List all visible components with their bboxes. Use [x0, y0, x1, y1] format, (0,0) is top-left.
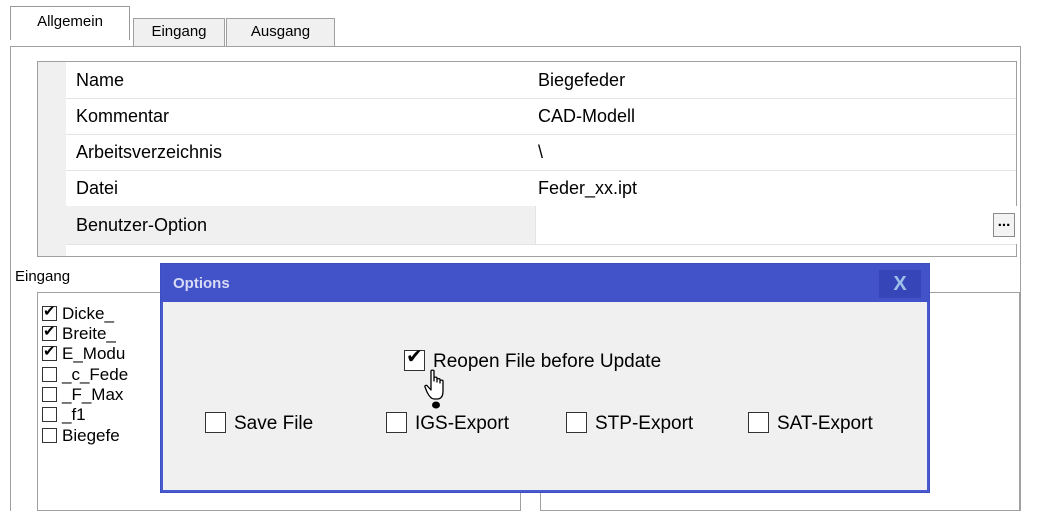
property-grid: Name Biegefeder Kommentar CAD-Modell Arb… [37, 61, 1017, 257]
options-dialog: Options X Reopen File before Update Save… [160, 263, 930, 493]
dialog-body: Reopen File before Update Save File IGS-… [166, 302, 923, 487]
property-name: Datei [76, 178, 119, 198]
list-item-label: Breite_ [62, 324, 116, 343]
property-name: Arbeitsverzeichnis [76, 142, 223, 162]
property-name: Benutzer-Option [76, 215, 208, 235]
checkbox-unchecked[interactable] [42, 367, 57, 382]
checkbox-label: SAT-Export [777, 413, 873, 434]
property-name: Kommentar [76, 106, 170, 126]
close-icon: X [893, 273, 907, 295]
checkbox-label: Reopen File before Update [433, 351, 662, 372]
list-item-label: Biegefe [62, 426, 120, 445]
checkbox-unchecked[interactable] [42, 407, 57, 422]
list-item-label: _c_Fede [62, 365, 129, 384]
property-value[interactable]: Biegefeder [538, 62, 625, 98]
checkbox-unchecked[interactable] [386, 412, 407, 433]
list-item[interactable]: Breite_ [42, 323, 116, 344]
property-value-box[interactable]: ... [535, 206, 1017, 244]
dialog-title: Options [173, 275, 230, 292]
checkbox-unchecked[interactable] [748, 412, 769, 433]
checkbox-unchecked[interactable] [566, 412, 587, 433]
property-row-kommentar[interactable]: Kommentar CAD-Modell [66, 98, 1016, 135]
tab-ausgang[interactable]: Ausgang [226, 18, 335, 46]
igs-export-checkbox[interactable]: IGS-Export [386, 412, 509, 436]
list-item[interactable]: E_Modu [42, 343, 125, 364]
property-row-arbeitsverzeichnis[interactable]: Arbeitsverzeichnis \ [66, 134, 1016, 171]
grid-row-header-gutter [38, 62, 66, 256]
property-row-benutzer-option[interactable]: Benutzer-Option ... [66, 206, 1017, 245]
property-value[interactable]: Feder_xx.ipt [538, 170, 637, 206]
list-item-label: E_Modu [62, 344, 126, 363]
list-item[interactable]: _F_Max [42, 384, 123, 405]
property-row-datei[interactable]: Datei Feder_xx.ipt [66, 170, 1016, 207]
checkbox-label: IGS-Export [415, 413, 509, 434]
checkbox-checked[interactable] [404, 348, 425, 371]
list-item[interactable]: _f1 [42, 404, 86, 425]
list-item-label: Dicke_ [62, 304, 114, 323]
stp-export-checkbox[interactable]: STP-Export [566, 412, 693, 436]
property-value[interactable]: \ [538, 134, 543, 170]
checkbox-unchecked[interactable] [205, 412, 226, 433]
tab-page-left-border [10, 46, 11, 511]
checkbox-checked[interactable] [42, 323, 57, 341]
tab-page-right-border [1020, 46, 1021, 511]
property-value[interactable]: CAD-Modell [538, 98, 635, 134]
checkbox-checked[interactable] [42, 303, 57, 321]
list-item[interactable]: _c_Fede [42, 364, 128, 385]
property-row-name[interactable]: Name Biegefeder [66, 62, 1016, 99]
checkbox-label: STP-Export [595, 413, 694, 434]
property-name: Name [76, 70, 125, 90]
eingang-group-label: Eingang [15, 268, 71, 285]
list-item-label: _F_Max [62, 385, 124, 404]
list-item-label: _f1 [62, 405, 86, 424]
tab-strip-line [10, 46, 1020, 47]
tab-eingang[interactable]: Eingang [133, 18, 225, 46]
close-button[interactable]: X [879, 270, 921, 298]
checkbox-label: Save File [234, 413, 314, 434]
sat-export-checkbox[interactable]: SAT-Export [748, 412, 873, 436]
browse-ellipsis-button[interactable]: ... [993, 213, 1015, 237]
checkbox-checked[interactable] [42, 343, 57, 361]
checkbox-unchecked[interactable] [42, 387, 57, 402]
dialog-title-bar[interactable]: Options X [161, 264, 929, 302]
tab-allgemein[interactable]: Allgemein [10, 6, 130, 40]
hand-pointer-icon [424, 369, 444, 409]
list-item[interactable]: Dicke_ [42, 303, 114, 324]
checkbox-unchecked[interactable] [42, 428, 57, 443]
save-file-checkbox[interactable]: Save File [205, 412, 313, 436]
list-item[interactable]: Biegefe [42, 425, 120, 446]
